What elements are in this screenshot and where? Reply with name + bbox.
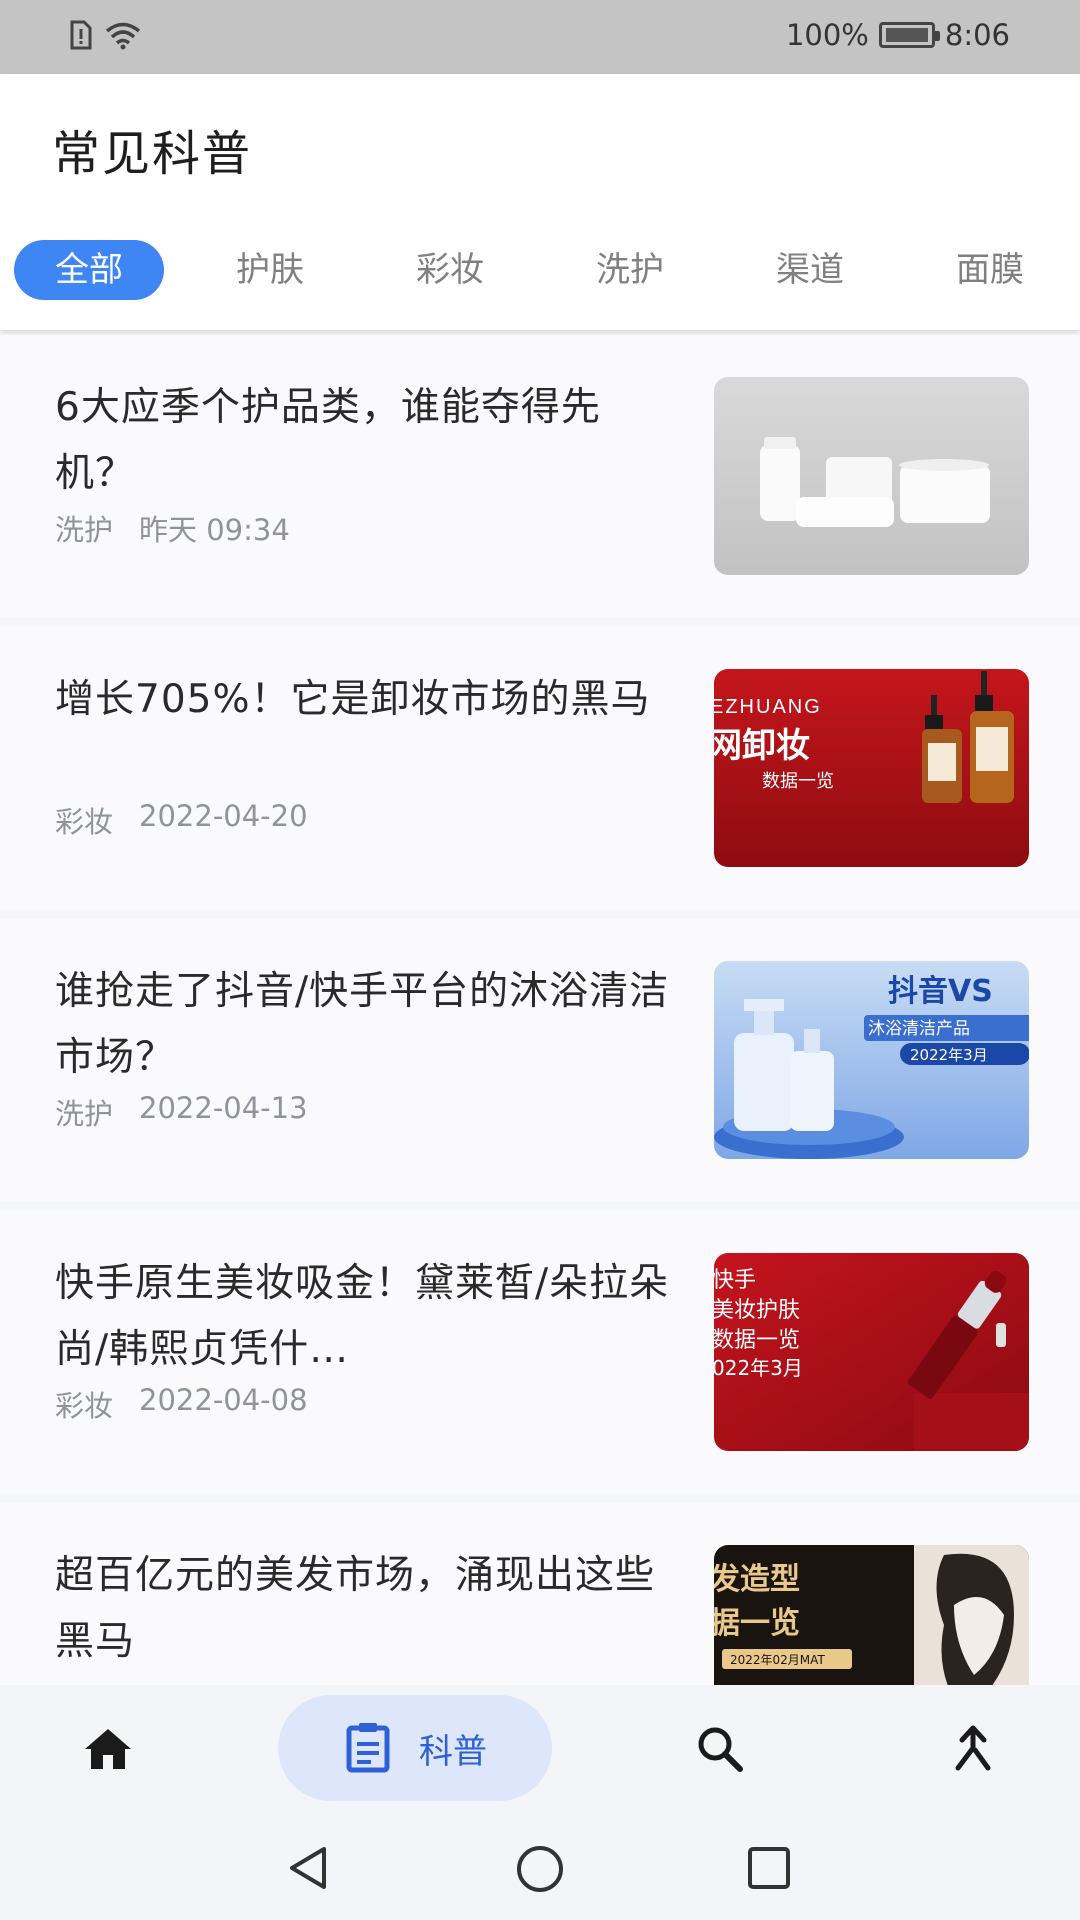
article-title: 超百亿元的美发市场，涌现出这些黑马 [55, 1553, 656, 1664]
tab-mask[interactable]: 面膜 [915, 240, 1065, 300]
thumb-text: 美妆护肤 [714, 1298, 800, 1323]
article-card[interactable]: 增长705%！它是卸妆市场的黑马 彩妆 2022-04-20 EZHUANG 网… [0, 627, 1080, 909]
article-thumbnail [714, 377, 1029, 575]
article-date: 昨天 09:34 [139, 513, 290, 547]
article-title: 增长705%！它是卸妆市场的黑马 [55, 677, 651, 722]
article-card[interactable]: 超百亿元的美发市场，涌现出这些黑马 发造型 据一览 2022年02月MAT [0, 1503, 1080, 1685]
merge-icon [955, 1725, 991, 1771]
article-card[interactable]: 谁抢走了抖音/快手平台的沐浴清洁市场？ 洗护 2022-04-13 抖音VS 沐… [0, 919, 1080, 1201]
thumb-text: 2022年3月 [910, 1046, 988, 1064]
article-title: 谁抢走了抖音/快手平台的沐浴清洁市场？ [55, 969, 670, 1080]
category-tabs: 全部 护肤 彩妆 洗护 渠道 面膜 [14, 240, 1080, 300]
article-category: 洗护 [55, 513, 114, 547]
battery-icon [878, 22, 940, 48]
back-icon[interactable] [284, 1843, 334, 1893]
article-title: 快手原生美妆吸金！黛莱皙/朵拉朵尚/韩熙贞凭什… [55, 1261, 670, 1372]
article-thumbnail: 快手 美妆护肤 数据一览 022年3月 [714, 1253, 1029, 1451]
article-category: 洗护 [55, 1097, 114, 1131]
article-category: 彩妆 [55, 805, 114, 839]
bottom-nav: 科普 [0, 1685, 1080, 1813]
status-icons-left [68, 20, 142, 50]
thumb-text: 网卸妆 [714, 726, 810, 766]
article-meta: 洗护 昨天 09:34 [55, 507, 290, 549]
article-thumbnail: 抖音VS 沐浴清洁产品 2022年3月 [714, 961, 1029, 1159]
recents-square-icon[interactable] [746, 1845, 792, 1891]
article-category: 彩妆 [55, 1389, 114, 1423]
status-bar: 100% 8:06 [0, 0, 1080, 74]
article-meta: 彩妆 2022-04-20 [55, 799, 308, 841]
app-header: 常见科普 全部 护肤 彩妆 洗护 渠道 面膜 [0, 74, 1080, 330]
nav-science-label: 科普 [419, 1731, 487, 1772]
thumb-text: 数据一览 [762, 771, 834, 792]
thumb-text: 2022年02月MAT [730, 1653, 825, 1667]
nav-home[interactable] [78, 1724, 138, 1774]
thumb-text: 快手 [714, 1268, 756, 1293]
tab-channel[interactable]: 渠道 [735, 240, 885, 300]
thumb-text: 沐浴清洁产品 [868, 1019, 970, 1039]
article-date: 2022-04-13 [139, 1091, 308, 1125]
home-icon [85, 1729, 131, 1769]
thumb-text: EZHUANG [714, 696, 822, 718]
page-title: 常见科普 [52, 126, 253, 182]
thumb-text: 发造型 [714, 1562, 800, 1597]
thumb-text: 据一览 [714, 1606, 800, 1641]
thumb-text: 022年3月 [714, 1356, 803, 1380]
clock: 8:06 [944, 18, 1010, 52]
tab-all[interactable]: 全部 [14, 240, 164, 300]
article-icon [346, 1723, 390, 1773]
nav-more[interactable] [946, 1722, 1000, 1776]
sim-alert-icon [70, 20, 92, 50]
home-circle-icon[interactable] [514, 1843, 566, 1895]
nav-science-active[interactable]: 科普 [278, 1695, 552, 1801]
article-card[interactable]: 6大应季个护品类，谁能夺得先机？ 洗护 昨天 09:34 [0, 335, 1080, 617]
article-title: 6大应季个护品类，谁能夺得先机？ [55, 385, 601, 496]
battery-percent: 100% [785, 18, 869, 52]
article-date: 2022-04-08 [139, 1383, 308, 1417]
article-card[interactable]: 快手原生美妆吸金！黛莱皙/朵拉朵尚/韩熙贞凭什… 彩妆 2022-04-08 快… [0, 1211, 1080, 1493]
tab-makeup[interactable]: 彩妆 [375, 240, 525, 300]
article-feed[interactable]: 6大应季个护品类，谁能夺得先机？ 洗护 昨天 09:34 增长705%！它是卸妆… [0, 335, 1080, 1685]
system-nav-bar [0, 1813, 1080, 1920]
thumb-text: 数据一览 [714, 1328, 800, 1353]
article-thumbnail: 发造型 据一览 2022年02月MAT [714, 1545, 1029, 1685]
article-thumbnail: EZHUANG 网卸妆 数据一览 [714, 669, 1029, 867]
article-meta: 彩妆 2022-04-08 [55, 1383, 308, 1425]
tab-wash-care[interactable]: 洗护 [555, 240, 705, 300]
status-icons-right: 100% 8:06 [786, 18, 1010, 52]
tab-skincare[interactable]: 护肤 [195, 240, 345, 300]
nav-search[interactable] [692, 1722, 748, 1776]
search-icon [698, 1727, 743, 1772]
thumb-text: 抖音VS [888, 974, 993, 1009]
article-date: 2022-04-20 [139, 799, 308, 833]
article-meta: 洗护 2022-04-13 [55, 1091, 308, 1133]
wifi-icon [105, 22, 141, 50]
